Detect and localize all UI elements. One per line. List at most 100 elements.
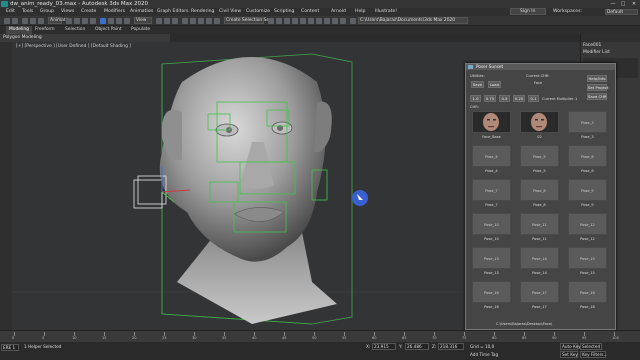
render-icon[interactable] — [340, 18, 346, 24]
z-coord-field[interactable]: 218.316 — [438, 343, 464, 350]
selected-dropdown[interactable]: Selected — [580, 343, 602, 350]
help-info-button[interactable]: Help/Info — [587, 75, 607, 82]
pose-slot[interactable]: Pose_18 — [568, 281, 607, 303]
menu-customize[interactable]: Customize — [246, 8, 270, 16]
menu-rendering[interactable]: Rendering — [191, 8, 214, 16]
edit-named-sets-icon[interactable] — [214, 18, 220, 24]
snaps-icon[interactable] — [182, 18, 188, 24]
bind-icon[interactable] — [38, 18, 44, 24]
y-coord-field[interactable]: 26.486 — [405, 343, 429, 350]
menu-group[interactable]: Group — [40, 8, 54, 16]
tab-selection[interactable]: Selection — [62, 26, 88, 34]
close-button[interactable]: ✕ — [629, 0, 639, 8]
window-crossing-icon[interactable] — [90, 18, 96, 24]
set-key-button[interactable]: Set Key — [560, 351, 578, 358]
reference-coord-select[interactable]: View — [134, 17, 152, 24]
multiplier-05-button[interactable]: 0.5 — [499, 95, 510, 102]
render-setup-icon[interactable] — [324, 18, 330, 24]
pose-slot[interactable]: Pose_15 — [568, 247, 607, 269]
menu-edit[interactable]: Edit — [6, 8, 15, 16]
redo-icon[interactable] — [12, 18, 18, 24]
polygon-modeling-label[interactable]: Polygon Modeling — [0, 34, 170, 42]
curve-editor-icon[interactable] — [300, 18, 306, 24]
auto-key-button[interactable]: Auto Key — [560, 343, 581, 350]
keyboard-shortcut-icon[interactable] — [172, 18, 178, 24]
rect-select-icon[interactable] — [82, 18, 88, 24]
pose-slot[interactable]: Pose_6 — [568, 145, 607, 167]
align-icon[interactable] — [276, 18, 282, 24]
spinner-snap-icon[interactable] — [206, 18, 212, 24]
project-path-field[interactable]: C:\Users\Bajaras\Documents\3ds Max 2020 — [358, 17, 468, 24]
link-icon[interactable] — [22, 18, 28, 24]
key-filters-button[interactable]: Key Filters... — [580, 351, 607, 358]
material-editor-icon[interactable] — [316, 18, 322, 24]
menu-tools[interactable]: Tools — [22, 8, 33, 16]
select-by-name-icon[interactable] — [74, 18, 80, 24]
pose-slot[interactable] — [520, 111, 559, 133]
select-manipulate-icon[interactable] — [164, 18, 170, 24]
pose-slot[interactable]: Pose_14 — [520, 247, 559, 269]
pose-slot[interactable]: Pose_5 — [520, 145, 559, 167]
menu-content[interactable]: Arnold — [331, 8, 346, 16]
tab-object-paint[interactable]: Object Paint — [92, 26, 125, 34]
save-chr-button[interactable]: Save CHR — [587, 93, 607, 100]
minimize-button[interactable]: — — [608, 0, 618, 8]
layers-icon[interactable] — [284, 18, 290, 24]
maxscript-field[interactable]: ERE 1 — [1, 344, 19, 351]
selection-set-select[interactable]: Create Selection Se — [224, 17, 269, 24]
select-icon[interactable] — [66, 18, 72, 24]
percent-snap-icon[interactable] — [198, 18, 204, 24]
save-button[interactable]: Save — [471, 81, 484, 88]
timeline[interactable] — [0, 330, 640, 342]
pose-slot[interactable]: Pose_13 — [472, 247, 511, 269]
mirror-icon[interactable] — [268, 18, 274, 24]
add-time-tag[interactable]: Add Time Tag — [470, 352, 498, 357]
multiplier-01-button[interactable]: 0.1 — [528, 95, 539, 102]
pose-slot[interactable]: Pose_4 — [472, 145, 511, 167]
set-project-button[interactable]: Set Project — [587, 84, 608, 91]
angle-snap-icon[interactable] — [190, 18, 196, 24]
sign-in-button[interactable]: Sign In — [510, 8, 546, 15]
schematic-view-icon[interactable] — [308, 18, 314, 24]
menu-modifiers[interactable]: Modifiers — [104, 8, 125, 16]
pose-slot[interactable]: Pose_7 — [472, 179, 511, 201]
menu-animation[interactable]: Animation — [130, 8, 153, 16]
menu-graph-editors[interactable]: Graph Editors — [157, 8, 189, 16]
modifier-list[interactable]: Modifier List — [581, 49, 640, 56]
pose-slot[interactable]: Pose_10 — [472, 213, 511, 235]
menu-scripting[interactable]: Scripting — [274, 8, 294, 16]
maximize-button[interactable]: □ — [618, 0, 628, 8]
rotate-icon[interactable] — [108, 18, 114, 24]
tab-populate[interactable]: Populate — [128, 26, 153, 34]
pose-slot[interactable]: Pose_12 — [568, 213, 607, 235]
object-name-field[interactable]: Face001 — [581, 42, 640, 49]
multiplier-075-button[interactable]: 0.75 — [484, 95, 496, 102]
move-icon[interactable] — [100, 18, 106, 24]
panel-tabs[interactable] — [581, 34, 640, 42]
scale-icon[interactable] — [116, 18, 122, 24]
menu-interactive[interactable]: Content — [301, 8, 319, 16]
pose-slot[interactable] — [472, 111, 511, 133]
unlink-icon[interactable] — [30, 18, 36, 24]
tab-freeform[interactable]: Freeform — [32, 26, 58, 34]
place-icon[interactable] — [124, 18, 130, 24]
menu-arnold[interactable]: Help — [355, 8, 365, 16]
multiplier-025-button[interactable]: 0.25 — [513, 95, 525, 102]
folder-icon[interactable] — [350, 18, 356, 24]
tab-modeling[interactable]: Modeling — [6, 26, 32, 34]
menu-views[interactable]: Views — [61, 8, 74, 16]
scene-explorer-icon[interactable] — [292, 18, 298, 24]
menu-help[interactable]: Illustrate! — [375, 8, 397, 16]
undo-icon[interactable] — [4, 18, 10, 24]
pose-slot[interactable]: Pose_3 — [568, 111, 607, 133]
pose-slot[interactable]: Pose_8 — [520, 179, 559, 201]
pose-slot[interactable]: Pose_16 — [472, 281, 511, 303]
pose-slot[interactable]: Pose_11 — [520, 213, 559, 235]
x-coord-field[interactable]: 23.915 — [372, 343, 396, 350]
multiplier-1-button[interactable]: 1.0 — [470, 95, 481, 102]
menu-create[interactable]: Create — [81, 8, 96, 16]
viewport-label[interactable]: [+] [Perspective ] [User Defined ] [Defa… — [16, 44, 131, 49]
load-button[interactable]: Load — [488, 81, 501, 88]
pose-slot[interactable]: Pose_9 — [568, 179, 607, 201]
menu-civil-view[interactable]: Civil View — [219, 8, 241, 16]
